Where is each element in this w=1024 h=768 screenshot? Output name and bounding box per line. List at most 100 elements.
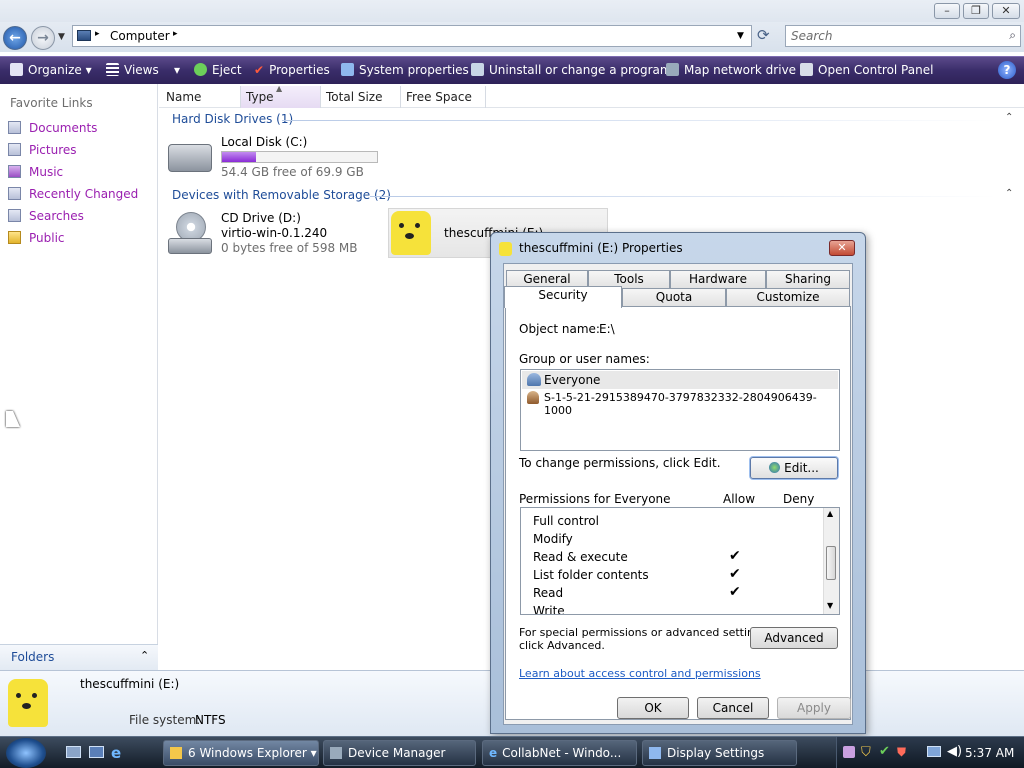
breadcrumb-computer[interactable]: Computer bbox=[110, 29, 170, 43]
pictures-icon bbox=[8, 143, 21, 156]
object-name-value: E:\ bbox=[599, 322, 615, 336]
close-button[interactable]: ✕ bbox=[992, 3, 1020, 19]
dialog-body: General Tools Hardware Sharing Security … bbox=[503, 263, 853, 725]
sidebar-item-recently-changed[interactable]: Recently Changed bbox=[8, 187, 138, 201]
column-name[interactable]: Name bbox=[166, 90, 201, 104]
properties-button[interactable]: ✔ Properties bbox=[254, 63, 330, 77]
clock[interactable]: 5:37 AM bbox=[965, 746, 1014, 760]
open-control-panel-button[interactable]: Open Control Panel bbox=[800, 63, 933, 77]
organize-button[interactable]: Organize ▾ bbox=[10, 63, 92, 77]
taskbar-windows-explorer[interactable]: 6 Windows Explorer ▾ bbox=[163, 740, 319, 766]
back-button[interactable]: ← bbox=[3, 26, 27, 50]
column-total-size[interactable]: Total Size bbox=[326, 90, 382, 104]
details-name: thescuffmini (E:) bbox=[80, 677, 180, 691]
show-desktop-icon[interactable] bbox=[66, 746, 81, 758]
volume-icon[interactable]: ◀) bbox=[947, 744, 962, 759]
system-properties-button[interactable]: System properties bbox=[341, 63, 469, 77]
music-icon bbox=[8, 165, 21, 178]
allow-check-icon: ✔ bbox=[729, 548, 741, 564]
details-fs-value: NTFS bbox=[195, 713, 226, 727]
list-item-everyone[interactable]: Everyone bbox=[522, 371, 838, 389]
column-type[interactable]: Type bbox=[246, 90, 274, 104]
collapse-icon[interactable]: ⌃ bbox=[1005, 188, 1013, 199]
search-input[interactable]: Search ⌕ bbox=[785, 25, 1021, 47]
sidebar-item-searches[interactable]: Searches bbox=[8, 209, 84, 223]
permission-row: List folder contents ✔ bbox=[521, 566, 821, 584]
start-button[interactable] bbox=[6, 738, 46, 768]
refresh-icon[interactable]: ⟳ bbox=[757, 26, 770, 44]
security-tab-panel: Object name: E:\ Group or user names: Ev… bbox=[505, 306, 851, 720]
group-removable-storage[interactable]: Devices with Removable Storage (2) bbox=[172, 188, 391, 202]
tray-app-icon[interactable] bbox=[843, 746, 855, 758]
user-list[interactable]: Everyone S-1-5-21-2915389470-3797832332-… bbox=[520, 369, 840, 451]
permission-row: Write bbox=[521, 602, 821, 614]
learn-access-control-link[interactable]: Learn about access control and permissio… bbox=[519, 667, 761, 680]
drive-cd[interactable]: CD Drive (D:) virtio-win-0.1.240 0 bytes… bbox=[166, 210, 376, 258]
checkmark-icon: ✔ bbox=[254, 63, 265, 77]
shield-icon bbox=[769, 462, 781, 473]
column-free-space[interactable]: Free Space bbox=[406, 90, 472, 104]
tab-quota[interactable]: Quota bbox=[622, 288, 726, 306]
properties-dialog: thescuffmini (E:) Properties ✕ General T… bbox=[490, 232, 866, 734]
apply-button[interactable]: Apply bbox=[777, 697, 851, 719]
permission-row: Read & execute ✔ bbox=[521, 548, 821, 566]
tab-customize[interactable]: Customize bbox=[726, 288, 850, 306]
advanced-button[interactable]: Advanced bbox=[750, 627, 838, 649]
sidebar-item-documents[interactable]: Documents bbox=[8, 121, 97, 135]
checkmark-icon[interactable]: ✔ bbox=[879, 744, 890, 759]
taskbar-device-manager[interactable]: Device Manager bbox=[323, 740, 476, 766]
recent-pages-icon[interactable]: ▼ bbox=[58, 32, 65, 42]
map-network-drive-button[interactable]: Map network drive bbox=[666, 63, 796, 77]
command-toolbar: Organize ▾ Views ▾ Eject ✔ Properties Sys… bbox=[0, 56, 1024, 84]
allow-header: Allow bbox=[723, 492, 756, 506]
internet-explorer-icon[interactable]: e bbox=[111, 744, 121, 762]
permission-name: Read & execute bbox=[533, 550, 628, 564]
address-bar[interactable]: ▸ Computer ▸ ▼ bbox=[72, 25, 752, 47]
dialog-title: thescuffmini (E:) Properties bbox=[519, 241, 683, 255]
edit-button[interactable]: Edit... bbox=[750, 457, 838, 479]
help-icon[interactable]: ? bbox=[998, 61, 1016, 79]
scroll-thumb[interactable] bbox=[826, 546, 836, 580]
uninstall-icon bbox=[471, 63, 484, 76]
cancel-button[interactable]: Cancel bbox=[697, 697, 769, 719]
ok-button[interactable]: OK bbox=[617, 697, 689, 719]
control-panel-icon bbox=[800, 63, 813, 76]
tab-security[interactable]: Security bbox=[504, 286, 622, 308]
permission-row: Read ✔ bbox=[521, 584, 821, 602]
permissions-scrollbar[interactable]: ▲ ▼ bbox=[823, 508, 839, 614]
minimize-button[interactable]: – bbox=[934, 3, 960, 19]
network-icon[interactable] bbox=[927, 746, 941, 757]
uninstall-button[interactable]: Uninstall or change a program bbox=[471, 63, 672, 77]
breadcrumb-arrow-icon[interactable]: ▸ bbox=[173, 29, 178, 39]
scroll-up-icon[interactable]: ▲ bbox=[827, 509, 833, 518]
scroll-down-icon[interactable]: ▼ bbox=[827, 601, 833, 610]
dialog-close-button[interactable]: ✕ bbox=[829, 240, 855, 256]
sidebar-item-public[interactable]: Public bbox=[8, 231, 65, 245]
list-item-sid[interactable]: S-1-5-21-2915389470-3797832332-280490643… bbox=[522, 389, 838, 417]
internet-explorer-icon: e bbox=[489, 746, 498, 760]
tab-hardware[interactable]: Hardware bbox=[670, 270, 766, 288]
taskbar-collabnet[interactable]: e CollabNet - Windo... bbox=[482, 740, 637, 766]
search-icon[interactable]: ⌕ bbox=[1009, 28, 1016, 43]
taskbar-display-settings[interactable]: Display Settings bbox=[642, 740, 797, 766]
maximize-button[interactable]: ❐ bbox=[963, 3, 989, 19]
drive-local-disk[interactable]: Local Disk (C:) 54.4 GB free of 69.9 GB bbox=[166, 135, 378, 180]
collapse-icon[interactable]: ⌃ bbox=[1005, 112, 1013, 123]
eject-button[interactable]: Eject bbox=[194, 63, 242, 77]
switch-windows-icon[interactable] bbox=[89, 746, 104, 758]
address-dropdown-icon[interactable]: ▼ bbox=[737, 31, 744, 41]
views-icon bbox=[106, 63, 119, 76]
sidebar-item-music[interactable]: Music bbox=[8, 165, 63, 179]
user-unknown-icon bbox=[527, 391, 539, 404]
tray-shield-icon[interactable]: ⛊ bbox=[897, 745, 906, 760]
group-hard-disk-drives[interactable]: Hard Disk Drives (1) bbox=[172, 112, 293, 126]
folders-toggle[interactable]: Folders ⌃ bbox=[0, 644, 158, 670]
navigation-pane: Favorite Links Documents Pictures Music … bbox=[0, 84, 158, 670]
title-bar: – ❐ ✕ bbox=[0, 0, 1024, 22]
tab-sharing[interactable]: Sharing bbox=[766, 270, 850, 288]
views-button[interactable]: Views ▾ bbox=[106, 63, 180, 77]
forward-button[interactable]: → bbox=[31, 26, 55, 50]
security-shield-icon[interactable]: ⛉ bbox=[861, 745, 871, 760]
sidebar-item-pictures[interactable]: Pictures bbox=[8, 143, 77, 157]
computer-icon bbox=[77, 30, 91, 41]
